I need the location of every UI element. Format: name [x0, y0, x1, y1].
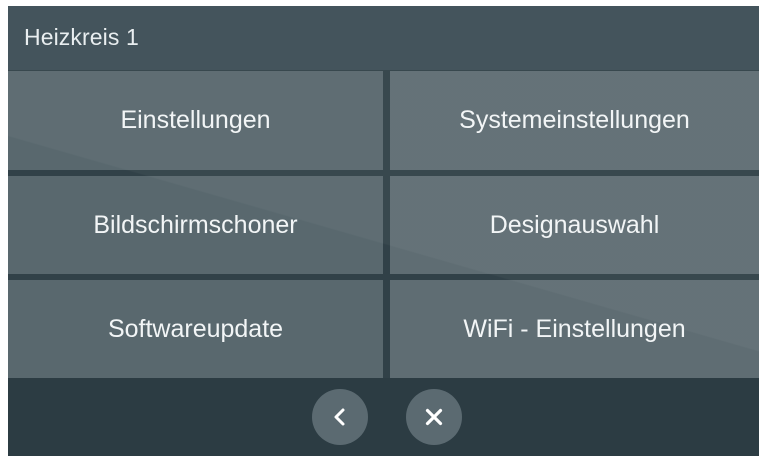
systemeinstellungen-button[interactable]: Systemeinstellungen	[390, 71, 759, 170]
header-bar: Heizkreis 1	[8, 6, 759, 70]
device-screen: Heizkreis 1 Einstellungen Systemeinstell…	[8, 6, 759, 456]
einstellungen-label: Einstellungen	[120, 106, 271, 134]
bildschirmschoner-label: Bildschirmschoner	[93, 210, 298, 239]
wifi-einstellungen-button[interactable]: WiFi - Einstellungen	[390, 280, 759, 378]
wifi-einstellungen-label: WiFi - Einstellungen	[463, 314, 686, 343]
systemeinstellungen-label: Systemeinstellungen	[459, 106, 690, 134]
bildschirmschoner-button[interactable]: Bildschirmschoner	[8, 176, 383, 274]
back-button[interactable]	[312, 389, 368, 445]
footer-bar	[8, 378, 759, 456]
softwareupdate-label: Softwareupdate	[107, 314, 284, 343]
designauswahl-label: Designauswahl	[489, 210, 660, 239]
softwareupdate-button[interactable]: Softwareupdate	[8, 280, 383, 378]
close-button[interactable]	[406, 389, 462, 445]
close-icon	[425, 408, 443, 426]
designauswahl-button[interactable]: Designauswahl	[390, 176, 759, 274]
menu-grid: Einstellungen Systemeinstellungen Bildsc…	[8, 70, 759, 378]
einstellungen-button[interactable]: Einstellungen	[8, 71, 383, 170]
page-title: Heizkreis 1	[24, 24, 139, 50]
chevron-left-icon	[334, 408, 345, 426]
